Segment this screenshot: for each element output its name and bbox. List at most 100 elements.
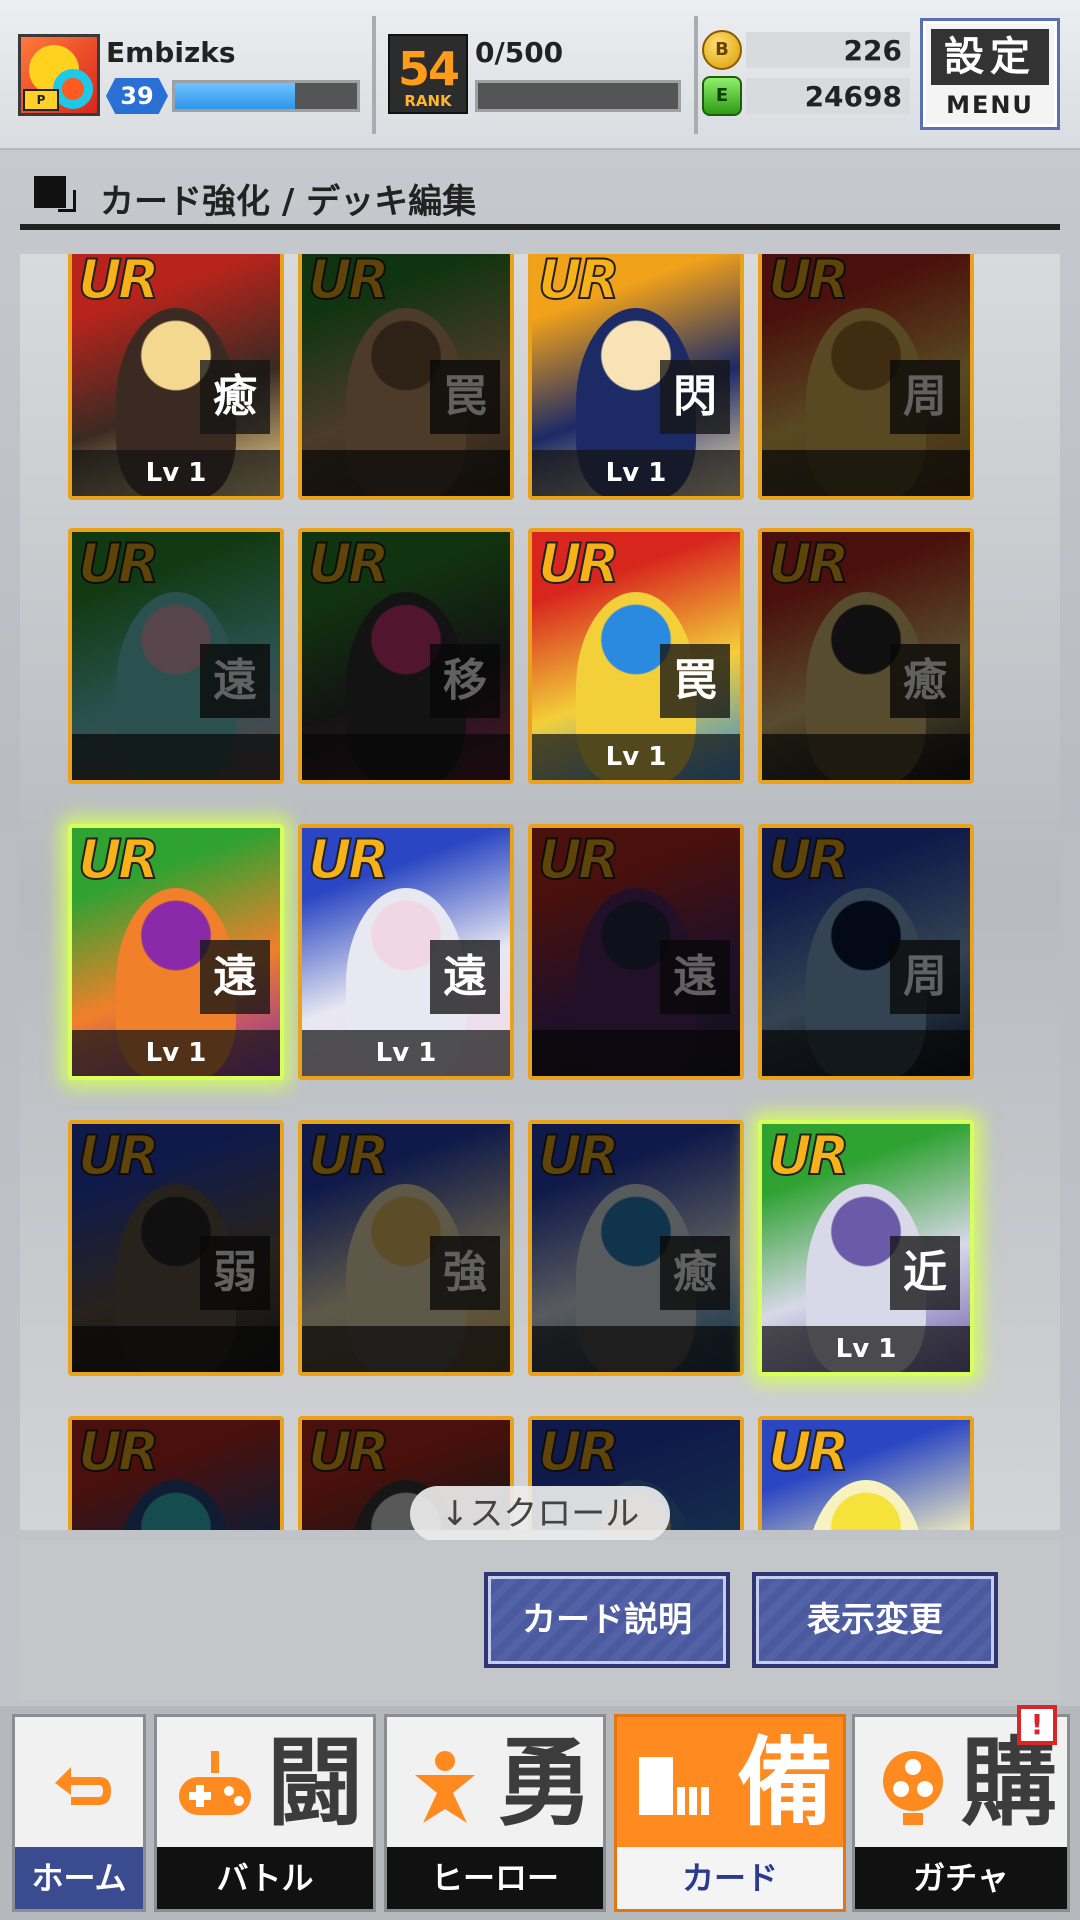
avatar-tag: P bbox=[23, 89, 59, 111]
scroll-hint: ↓スクロール bbox=[410, 1486, 670, 1542]
card-unowned-overlay bbox=[532, 828, 740, 1076]
card-tile[interactable]: UR遠 bbox=[528, 824, 744, 1080]
card-tile[interactable]: UR遠 bbox=[68, 528, 284, 784]
nav-hero[interactable]: 勇 ヒーロー bbox=[384, 1714, 606, 1912]
gold-coin-icon: B bbox=[702, 30, 742, 70]
player-name: Embizks bbox=[106, 36, 236, 69]
card-unowned-overlay bbox=[302, 254, 510, 496]
card-type-label: 罠 bbox=[660, 644, 730, 718]
card-unowned-overlay bbox=[762, 532, 970, 780]
card-unowned-overlay bbox=[72, 1124, 280, 1372]
card-tile[interactable]: UR癒 bbox=[528, 1120, 744, 1376]
card-unowned-overlay bbox=[72, 1420, 280, 1530]
hero-figure-icon bbox=[415, 1751, 475, 1823]
energy-can-icon: E bbox=[702, 76, 742, 116]
card-unowned-overlay bbox=[72, 532, 280, 780]
card-tile[interactable]: UR bbox=[68, 1416, 284, 1530]
gold-value-box: 226 bbox=[746, 32, 910, 68]
card-tile[interactable]: UR罠 bbox=[298, 254, 514, 500]
nav-card[interactable]: 備 カード bbox=[614, 1714, 846, 1912]
settings-kanji: 設定 bbox=[931, 29, 1049, 85]
card-level: Lv 1 bbox=[762, 1326, 970, 1372]
nav-home[interactable]: ホーム bbox=[12, 1714, 146, 1912]
nav-battle[interactable]: 闘 バトル bbox=[154, 1714, 376, 1912]
card-type-label: 近 bbox=[890, 1236, 960, 1310]
settings-menu-button[interactable]: 設定 MENU bbox=[920, 18, 1060, 130]
page-title: カード強化 / デッキ編集 bbox=[100, 182, 477, 222]
player-avatar[interactable]: P bbox=[18, 34, 100, 116]
card-rarity: UR bbox=[77, 828, 160, 892]
card-character bbox=[806, 1480, 926, 1530]
energy-currency: E 24698 bbox=[702, 76, 912, 116]
card-level: Lv 1 bbox=[72, 1030, 280, 1076]
menu-label: MENU bbox=[946, 91, 1034, 119]
card-tile[interactable]: UR 遠 Lv 1 bbox=[298, 824, 514, 1080]
gacha-capsule-icon bbox=[883, 1751, 943, 1825]
card-tile[interactable]: UR 閃 Lv 1 bbox=[528, 254, 744, 500]
card-tile[interactable]: UR癒 bbox=[758, 528, 974, 784]
nav-hero-label: ヒーロー bbox=[387, 1847, 603, 1909]
rank-icon: 54 RANK bbox=[388, 34, 468, 114]
nav-battle-label: バトル bbox=[157, 1847, 373, 1909]
card-rarity: UR bbox=[767, 1420, 850, 1484]
page-title-bar: カード強化 / デッキ編集 bbox=[20, 168, 1060, 236]
header-divider bbox=[372, 16, 376, 134]
return-arrow-icon bbox=[55, 1767, 111, 1805]
rank-progress-text: 0/500 bbox=[475, 36, 564, 69]
card-tile[interactable]: UR強 bbox=[298, 1120, 514, 1376]
card-tile[interactable]: UR弱 bbox=[68, 1120, 284, 1376]
view-toggle-button[interactable]: 表示変更 bbox=[752, 1572, 998, 1668]
card-level: Lv 1 bbox=[532, 734, 740, 780]
card-unowned-overlay bbox=[762, 254, 970, 496]
rank-number: 54 bbox=[397, 42, 460, 96]
card-tile[interactable]: UR周 bbox=[758, 824, 974, 1080]
card-unowned-overlay bbox=[302, 532, 510, 780]
gold-value: 226 bbox=[843, 34, 902, 67]
card-type-label: 遠 bbox=[200, 940, 270, 1014]
card-type-label: 遠 bbox=[430, 940, 500, 1014]
card-tile[interactable]: UR 遠 Lv 1 bbox=[68, 824, 284, 1080]
card-level: Lv 1 bbox=[302, 1030, 510, 1076]
gamepad-icon bbox=[179, 1751, 251, 1815]
bottom-nav: ホーム 闘 バトル 勇 ヒーロー 備 カード 購 ガチャ ! bbox=[0, 1705, 1080, 1920]
card-rarity: UR bbox=[537, 532, 620, 596]
xp-progress-bar bbox=[172, 80, 360, 112]
card-tile[interactable]: UR 近 Lv 1 bbox=[758, 1120, 974, 1376]
card-info-button[interactable]: カード説明 bbox=[484, 1572, 730, 1668]
header-divider bbox=[694, 16, 698, 134]
card-rarity: UR bbox=[767, 1124, 850, 1188]
card-grid[interactable]: UR癒Lv 1UR罠UR閃Lv 1UR周UR遠UR移UR罠Lv 1UR癒UR遠L… bbox=[20, 254, 1060, 1530]
card-tile[interactable]: UR bbox=[758, 1416, 974, 1530]
card-unowned-overlay bbox=[762, 828, 970, 1076]
card-level: Lv 1 bbox=[72, 450, 280, 496]
status-header: P Embizks 39 54 RANK 0/500 B 226 E 24698… bbox=[0, 0, 1080, 150]
card-unowned-overlay bbox=[302, 1124, 510, 1372]
gold-currency: B 226 bbox=[702, 30, 912, 70]
nav-gacha[interactable]: 購 ガチャ ! bbox=[852, 1705, 1070, 1912]
nav-card-kanji: 備 bbox=[737, 1727, 833, 1839]
energy-value-box: 24698 bbox=[746, 78, 910, 114]
card-type-label: 癒 bbox=[200, 360, 270, 434]
nav-card-label: カード bbox=[617, 1847, 843, 1909]
card-rarity: UR bbox=[537, 254, 620, 312]
card-stack-icon bbox=[639, 1757, 709, 1815]
card-rarity: UR bbox=[77, 254, 160, 312]
card-tile[interactable]: UR周 bbox=[758, 254, 974, 500]
nav-gacha-kanji: 購 bbox=[961, 1727, 1057, 1839]
energy-value: 24698 bbox=[804, 80, 902, 113]
title-bracket-icon bbox=[58, 190, 76, 212]
card-tile[interactable]: UR 癒 Lv 1 bbox=[68, 254, 284, 500]
card-tile[interactable]: UR 罠 Lv 1 bbox=[528, 528, 744, 784]
nav-hero-kanji: 勇 bbox=[497, 1727, 593, 1839]
card-rarity: UR bbox=[307, 828, 390, 892]
rank-label: RANK bbox=[404, 92, 452, 110]
nav-gacha-label: ガチャ bbox=[855, 1847, 1067, 1909]
rank-progress-bar bbox=[475, 80, 681, 112]
card-tile[interactable]: UR移 bbox=[298, 528, 514, 784]
card-level: Lv 1 bbox=[532, 450, 740, 496]
player-level-badge: 39 bbox=[106, 78, 168, 114]
gacha-alert-badge: ! bbox=[1017, 1705, 1057, 1745]
nav-home-label: ホーム bbox=[15, 1847, 143, 1909]
avatar-ring-shape bbox=[53, 69, 93, 109]
card-unowned-overlay bbox=[532, 1124, 740, 1372]
